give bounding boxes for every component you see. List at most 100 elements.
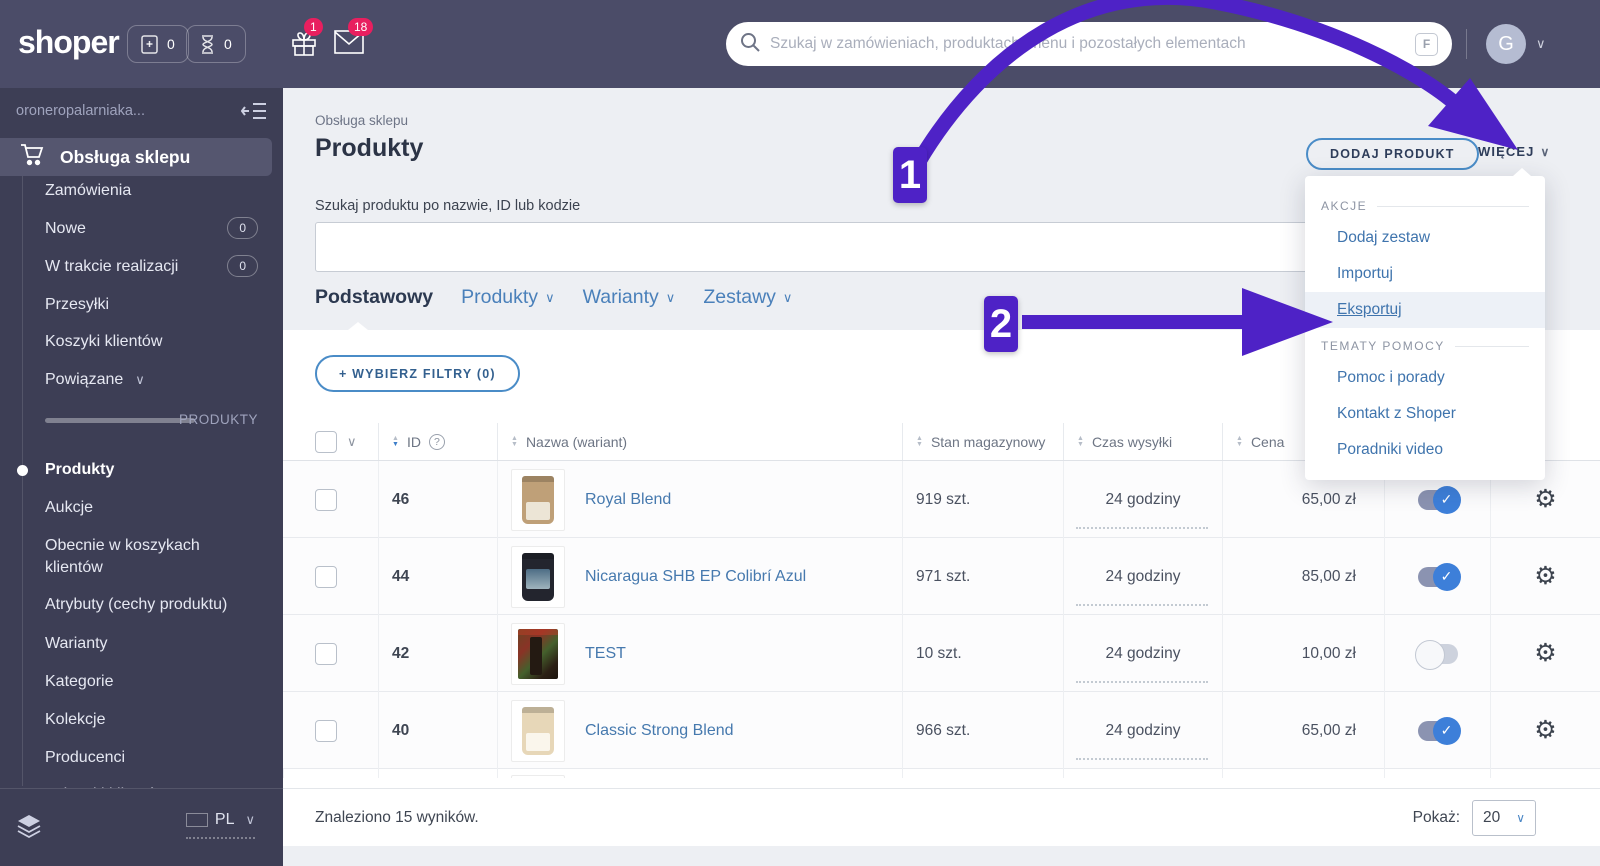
product-thumbnail[interactable] bbox=[511, 622, 565, 685]
sort-stock-icon[interactable]: ▲ ▼ bbox=[916, 435, 923, 448]
product-stock: 10 szt. bbox=[916, 644, 962, 662]
active-toggle[interactable] bbox=[1417, 716, 1461, 745]
avatar[interactable]: G bbox=[1486, 24, 1526, 64]
sort-price-icon[interactable]: ▲ ▼ bbox=[1236, 435, 1243, 448]
tab-zestawy[interactable]: Zestawy ∨ bbox=[703, 286, 792, 309]
sidebar-item-aukcje[interactable]: Aukcje bbox=[45, 497, 93, 519]
avatar-chevron-down-icon[interactable]: ∨ bbox=[1536, 36, 1546, 52]
select-all-checkbox[interactable] bbox=[315, 430, 337, 453]
sidebar-item-atrybuty[interactable]: Atrybuty (cechy produktu) bbox=[45, 594, 227, 616]
gear-icon[interactable]: ⚙ bbox=[1534, 718, 1556, 743]
sidebar-item-w-trakcie-realizacji[interactable]: W trakcie realizacji bbox=[45, 256, 178, 278]
gear-icon[interactable]: ⚙ bbox=[1534, 641, 1556, 666]
row-checkbox[interactable] bbox=[315, 642, 337, 665]
sidebar-item-obecnie-w-koszykach[interactable]: Obecnie w koszykach klientów bbox=[45, 535, 255, 579]
sidebar-item-kategorie[interactable]: Kategorie bbox=[45, 671, 114, 693]
sidebar-item-zamowienia[interactable]: Zamówienia bbox=[45, 180, 131, 202]
product-name-link[interactable]: Classic Strong Blend bbox=[585, 722, 734, 740]
sort-name-icon[interactable]: ▲ ▼ bbox=[511, 435, 518, 448]
product-id: 42 bbox=[392, 644, 410, 662]
active-toggle[interactable] bbox=[1417, 562, 1461, 591]
sidebar-item-nowe[interactable]: Nowe bbox=[45, 218, 86, 240]
row-checkbox[interactable] bbox=[315, 565, 337, 588]
store-name[interactable]: oroneropalarniaka... bbox=[16, 103, 145, 119]
pending-pill-button[interactable]: 0 bbox=[186, 25, 246, 63]
chevron-down-icon[interactable]: ∨ bbox=[347, 434, 357, 450]
shipping-time-field[interactable]: 24 godziny bbox=[1106, 491, 1181, 509]
active-toggle[interactable] bbox=[1417, 485, 1461, 514]
menu-item-poradniki-video[interactable]: Poradniki video bbox=[1305, 432, 1545, 468]
add-product-button[interactable]: DODAJ PRODUKT bbox=[1306, 138, 1479, 170]
sidebar-item-przesylki[interactable]: Przesyłki bbox=[45, 294, 109, 316]
product-thumbnail[interactable] bbox=[511, 545, 565, 608]
sidebar-item-koszyki-klientow[interactable]: Koszyki klientów bbox=[45, 331, 162, 353]
shipping-time-field[interactable]: 24 godziny bbox=[1106, 645, 1181, 663]
id-help-icon[interactable]: ? bbox=[428, 433, 445, 450]
tab-podstawowy[interactable]: Podstawowy bbox=[315, 286, 433, 309]
shipping-time-field[interactable]: 24 godziny bbox=[1106, 722, 1181, 740]
page-size-select[interactable]: 20 ∨ bbox=[1472, 799, 1536, 836]
global-search-input[interactable] bbox=[770, 35, 1405, 53]
table-row-partial bbox=[283, 768, 1600, 778]
menu-item-importuj[interactable]: Importuj bbox=[1305, 256, 1545, 292]
sort-id-icon[interactable]: ▲ ▼ bbox=[392, 435, 399, 448]
col-price: Cena bbox=[1250, 433, 1285, 450]
sidebar-section-store-service[interactable]: Obsługa sklepu bbox=[0, 138, 272, 176]
chevron-down-icon: ∨ bbox=[782, 289, 793, 305]
choose-filters-button[interactable]: + WYBIERZ FILTRY (0) bbox=[315, 355, 520, 392]
sidebar-item-warianty[interactable]: Warianty bbox=[45, 633, 108, 655]
search-shortcut-key: F bbox=[1415, 32, 1438, 56]
product-stock: 966 szt. bbox=[916, 721, 971, 739]
badge-nowe: 0 bbox=[227, 217, 258, 239]
results-count: Znaleziono 15 wyników. bbox=[315, 808, 479, 826]
view-tabs: Podstawowy Produkty ∨ Warianty ∨ Zestawy ∨ bbox=[315, 286, 792, 309]
active-toggle[interactable] bbox=[1414, 639, 1458, 670]
active-item-dot bbox=[17, 465, 28, 476]
tab-produkty[interactable]: Produkty ∨ bbox=[461, 286, 554, 309]
shoper-logo[interactable]: shoper bbox=[18, 24, 120, 61]
page-size-label: Pokaż: bbox=[1412, 808, 1460, 826]
chevron-down-icon: ∨ bbox=[245, 812, 255, 827]
table-row: 42 TEST 10 szt. 24 godziny 10,00 zł ⚙ bbox=[283, 614, 1600, 692]
sidebar-item-producenci[interactable]: Producenci bbox=[45, 747, 125, 769]
drafts-pill-button[interactable]: 0 bbox=[127, 25, 189, 63]
gift-button[interactable]: 1 bbox=[290, 18, 323, 63]
step-1-marker: 1 bbox=[893, 147, 927, 203]
shipping-time-field[interactable]: 24 godziny bbox=[1106, 568, 1181, 586]
product-name-link[interactable]: Nicaragua SHB EP Colibrí Azul bbox=[585, 568, 806, 586]
tab-warianty[interactable]: Warianty ∨ bbox=[583, 286, 676, 309]
menu-item-dodaj-zestaw[interactable]: Dodaj zestaw bbox=[1305, 220, 1545, 256]
mail-badge: 18 bbox=[348, 18, 374, 36]
language-selector[interactable]: PL ∨ bbox=[185, 811, 255, 839]
col-shipping: Czas wysyłki bbox=[1091, 433, 1173, 450]
more-dropdown-menu: AKCJE Dodaj zestaw Importuj Eksportuj TE… bbox=[1305, 168, 1545, 480]
pending-count: 0 bbox=[224, 36, 232, 52]
product-price: 85,00 zł bbox=[1301, 567, 1356, 585]
sidebar-item-kolekcje[interactable]: Kolekcje bbox=[45, 709, 105, 731]
more-button[interactable]: WIĘCEJ ∨ bbox=[1478, 144, 1550, 159]
row-checkbox[interactable] bbox=[315, 488, 337, 511]
mail-button[interactable]: 18 bbox=[334, 18, 374, 59]
sort-shipping-icon[interactable]: ▲ ▼ bbox=[1077, 435, 1084, 448]
sidebar-section-divider bbox=[45, 418, 195, 423]
product-thumbnail[interactable] bbox=[511, 468, 565, 531]
menu-item-pomoc-i-porady[interactable]: Pomoc i porady bbox=[1305, 360, 1545, 396]
table-row: 44 Nicaragua SHB EP Colibrí Azul 971 szt… bbox=[283, 537, 1600, 615]
menu-item-eksportuj[interactable]: Eksportuj bbox=[1305, 292, 1545, 328]
top-bar: shoper 0 0 1 18 Szukaj w zamówieniach, p… bbox=[0, 0, 1600, 88]
collapse-sidebar-icon[interactable] bbox=[241, 102, 267, 120]
row-checkbox[interactable] bbox=[315, 719, 337, 742]
sidebar-section-label: Obsługa sklepu bbox=[60, 146, 191, 167]
product-thumbnail bbox=[511, 775, 565, 778]
product-name-link[interactable]: Royal Blend bbox=[585, 491, 671, 509]
gear-icon[interactable]: ⚙ bbox=[1534, 487, 1556, 512]
sidebar-footer: PL ∨ bbox=[0, 788, 283, 866]
menu-item-kontakt-z-shoper[interactable]: Kontakt z Shoper bbox=[1305, 396, 1545, 432]
product-thumbnail[interactable] bbox=[511, 699, 565, 762]
gear-icon[interactable]: ⚙ bbox=[1534, 564, 1556, 589]
language-code: PL bbox=[214, 811, 235, 828]
sidebar-item-produkty[interactable]: Produkty bbox=[45, 459, 114, 481]
product-name-link[interactable]: TEST bbox=[585, 645, 626, 663]
layers-icon[interactable] bbox=[16, 813, 42, 844]
sidebar-item-powiazane[interactable]: Powiązane ∨ bbox=[45, 369, 145, 391]
